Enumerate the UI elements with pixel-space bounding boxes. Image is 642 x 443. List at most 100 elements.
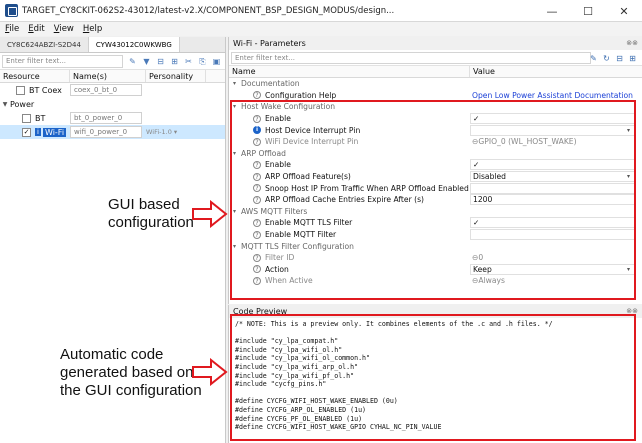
param-category-row[interactable]: ▾ Host Wake Configuration bbox=[229, 101, 642, 113]
help-icon[interactable]: ? bbox=[253, 195, 261, 204]
help-icon[interactable]: ? bbox=[253, 160, 261, 169]
param-row[interactable]: ? Enable MQTT TLS Filter ✓ bbox=[229, 217, 642, 229]
menu-help[interactable]: Help bbox=[83, 24, 102, 34]
menu-view[interactable]: View bbox=[54, 24, 74, 34]
help-icon[interactable]: ? bbox=[253, 230, 261, 239]
help-icon[interactable]: ? bbox=[253, 91, 261, 100]
resource-name-field[interactable]: wifi_0_power_0 bbox=[70, 126, 142, 138]
param-row[interactable]: ? ARP Offload Cache Entries Expire After … bbox=[229, 194, 642, 206]
resource-filter-input[interactable]: Enter filter text... bbox=[2, 54, 123, 68]
help-icon[interactable]: ? bbox=[253, 218, 261, 227]
panel-close-icon[interactable]: ⊗⊗ bbox=[626, 305, 638, 318]
param-value[interactable] bbox=[470, 182, 635, 194]
expand-all-icon[interactable]: ⊞ bbox=[169, 56, 180, 67]
dropdown-arrow-icon[interactable]: ▾ bbox=[627, 127, 630, 134]
param-row[interactable]: ? Enable MQTT Filter bbox=[229, 229, 642, 241]
col-names[interactable]: Name(s) bbox=[70, 70, 146, 82]
resource-name-field[interactable]: bt_0_power_0 bbox=[70, 112, 142, 124]
panel-close-icon[interactable]: ⊗⊗ bbox=[626, 37, 638, 50]
clear-filter-icon[interactable]: ✎ bbox=[588, 53, 599, 64]
resource-name-field[interactable]: coex_0_bt_0 bbox=[70, 84, 142, 96]
help-icon[interactable]: ? bbox=[253, 137, 261, 146]
code-preview-text[interactable]: /* NOTE: This is a preview only. It comb… bbox=[229, 318, 642, 432]
param-label: Host Wake Configuration bbox=[241, 102, 336, 112]
param-value[interactable]: 1200 bbox=[470, 194, 635, 206]
dropdown-arrow-icon[interactable]: ▾ bbox=[627, 266, 630, 273]
tab-wifi-device[interactable]: CYW43012C0WKWBG bbox=[88, 37, 180, 52]
param-value[interactable]: ⊖ GPIO_0 (WL_HOST_WAKE) bbox=[470, 136, 635, 147]
collapse-arrow-icon[interactable]: ▾ bbox=[233, 243, 236, 250]
tree-row-bt[interactable]: BT bt_0_power_0 bbox=[0, 111, 225, 125]
tab-psoc-device[interactable]: CY8C624ABZI-S2D44 bbox=[0, 37, 89, 52]
help-icon[interactable]: ? bbox=[253, 172, 261, 181]
param-row[interactable]: ? Filter ID ⊖ 0 bbox=[229, 252, 642, 264]
param-value[interactable]: Keep ▾ bbox=[470, 263, 635, 275]
param-row[interactable]: ? When Active ⊖ Always bbox=[229, 275, 642, 287]
param-category-row[interactable]: ▾ ARP Offload bbox=[229, 148, 642, 160]
copy-icon[interactable]: ⎘ bbox=[197, 56, 208, 67]
collapse-arrow-icon[interactable]: ▾ bbox=[233, 150, 236, 157]
dropdown-arrow-icon[interactable]: ▾ bbox=[627, 173, 630, 180]
collapse-all-icon[interactable]: ⊟ bbox=[155, 56, 166, 67]
param-category-row[interactable]: ▾ Documentation bbox=[229, 78, 642, 90]
param-row[interactable]: i Host Device Interrupt Pin ▾ bbox=[229, 124, 642, 136]
minimize-icon[interactable]: — bbox=[534, 0, 570, 22]
enable-checkbox[interactable] bbox=[16, 85, 25, 95]
help-icon[interactable]: ? bbox=[253, 253, 261, 262]
param-row[interactable]: ? Enable ✓ bbox=[229, 113, 642, 125]
param-value[interactable]: ✓ bbox=[470, 159, 635, 171]
param-value[interactable]: ⊖ Always bbox=[470, 275, 635, 286]
param-row[interactable]: ? Snoop Host IP From Traffic When ARP Off… bbox=[229, 182, 642, 194]
refresh-icon[interactable]: ↻ bbox=[601, 53, 612, 64]
menu-file[interactable]: File bbox=[5, 24, 19, 34]
parameters-filter-input[interactable]: Enter filter text... bbox=[231, 51, 591, 64]
close-icon[interactable]: ✕ bbox=[606, 0, 642, 22]
enable-checkbox-checked[interactable]: ✓ bbox=[22, 127, 31, 137]
param-label: Enable MQTT Filter bbox=[265, 230, 337, 240]
clear-filter-icon[interactable]: ✎ bbox=[127, 56, 138, 67]
param-value[interactable]: ▾ bbox=[470, 124, 635, 136]
collapse-arrow-icon[interactable]: ▾ bbox=[233, 208, 236, 215]
collapse-all-icon[interactable]: ⊟ bbox=[614, 53, 625, 64]
filter-icon[interactable]: ▼ bbox=[141, 56, 152, 67]
help-icon[interactable]: ? bbox=[253, 265, 261, 274]
menu-edit[interactable]: Edit bbox=[28, 24, 44, 34]
param-row[interactable]: ? Action Keep ▾ bbox=[229, 263, 642, 276]
param-value-text: ✓ bbox=[473, 218, 480, 228]
param-value[interactable]: ✓ bbox=[470, 217, 635, 229]
param-label: Enable MQTT TLS Filter bbox=[265, 218, 353, 228]
col-personality[interactable]: Personality bbox=[146, 70, 206, 82]
tree-row-power[interactable]: ▼ Power bbox=[0, 97, 225, 111]
collapse-arrow-icon[interactable]: ▾ bbox=[233, 80, 236, 87]
param-value[interactable]: ⊖ 0 bbox=[470, 252, 635, 263]
maximize-icon[interactable]: ☐ bbox=[570, 0, 606, 22]
param-row[interactable]: ? ARP Offload Feature(s) Disabled ▾ bbox=[229, 171, 642, 183]
collapse-arrow-icon[interactable]: ▼ bbox=[0, 101, 10, 108]
expand-all-icon[interactable]: ⊞ bbox=[627, 53, 638, 64]
col-resource[interactable]: Resource bbox=[0, 70, 70, 82]
param-value[interactable] bbox=[470, 229, 635, 241]
help-icon[interactable]: ? bbox=[253, 184, 261, 193]
param-value[interactable]: ✓ bbox=[470, 113, 635, 125]
paste-icon[interactable]: ▣ bbox=[211, 56, 222, 67]
help-icon[interactable]: ? bbox=[253, 114, 261, 123]
tree-row-wifi[interactable]: ✓ i Wi-Fi wifi_0_power_0 WiFi-1.0 ▾ bbox=[0, 125, 225, 139]
help-icon[interactable]: ? bbox=[253, 276, 261, 285]
tree-row-bt-coex[interactable]: BT Coex coex_0_bt_0 bbox=[0, 83, 225, 97]
param-category-row[interactable]: ▾ MQTT TLS Filter Configuration bbox=[229, 240, 642, 252]
enable-checkbox[interactable] bbox=[22, 113, 31, 123]
cut-icon[interactable]: ✂ bbox=[183, 56, 194, 67]
param-value[interactable]: Disabled ▾ bbox=[470, 171, 635, 183]
param-name: ? When Active bbox=[229, 276, 469, 285]
param-row[interactable]: ? Enable ✓ bbox=[229, 159, 642, 171]
param-label: Enable bbox=[265, 160, 291, 170]
param-row[interactable]: ? WiFi Device Interrupt Pin ⊖ GPIO_0 (WL_H… bbox=[229, 136, 642, 148]
personality-dropdown[interactable]: WiFi-1.0 ▾ bbox=[146, 128, 177, 136]
collapse-arrow-icon[interactable]: ▾ bbox=[233, 103, 236, 110]
col-name[interactable]: Name bbox=[229, 66, 470, 77]
param-row[interactable]: ? Configuration Help Open Low Power Assist… bbox=[229, 90, 642, 102]
info-icon[interactable]: i bbox=[253, 126, 261, 135]
col-value[interactable]: Value bbox=[470, 66, 640, 77]
param-category-row[interactable]: ▾ AWS MQTT Filters bbox=[229, 206, 642, 218]
param-value[interactable]: Open Low Power Assistant Documentation bbox=[470, 90, 635, 101]
